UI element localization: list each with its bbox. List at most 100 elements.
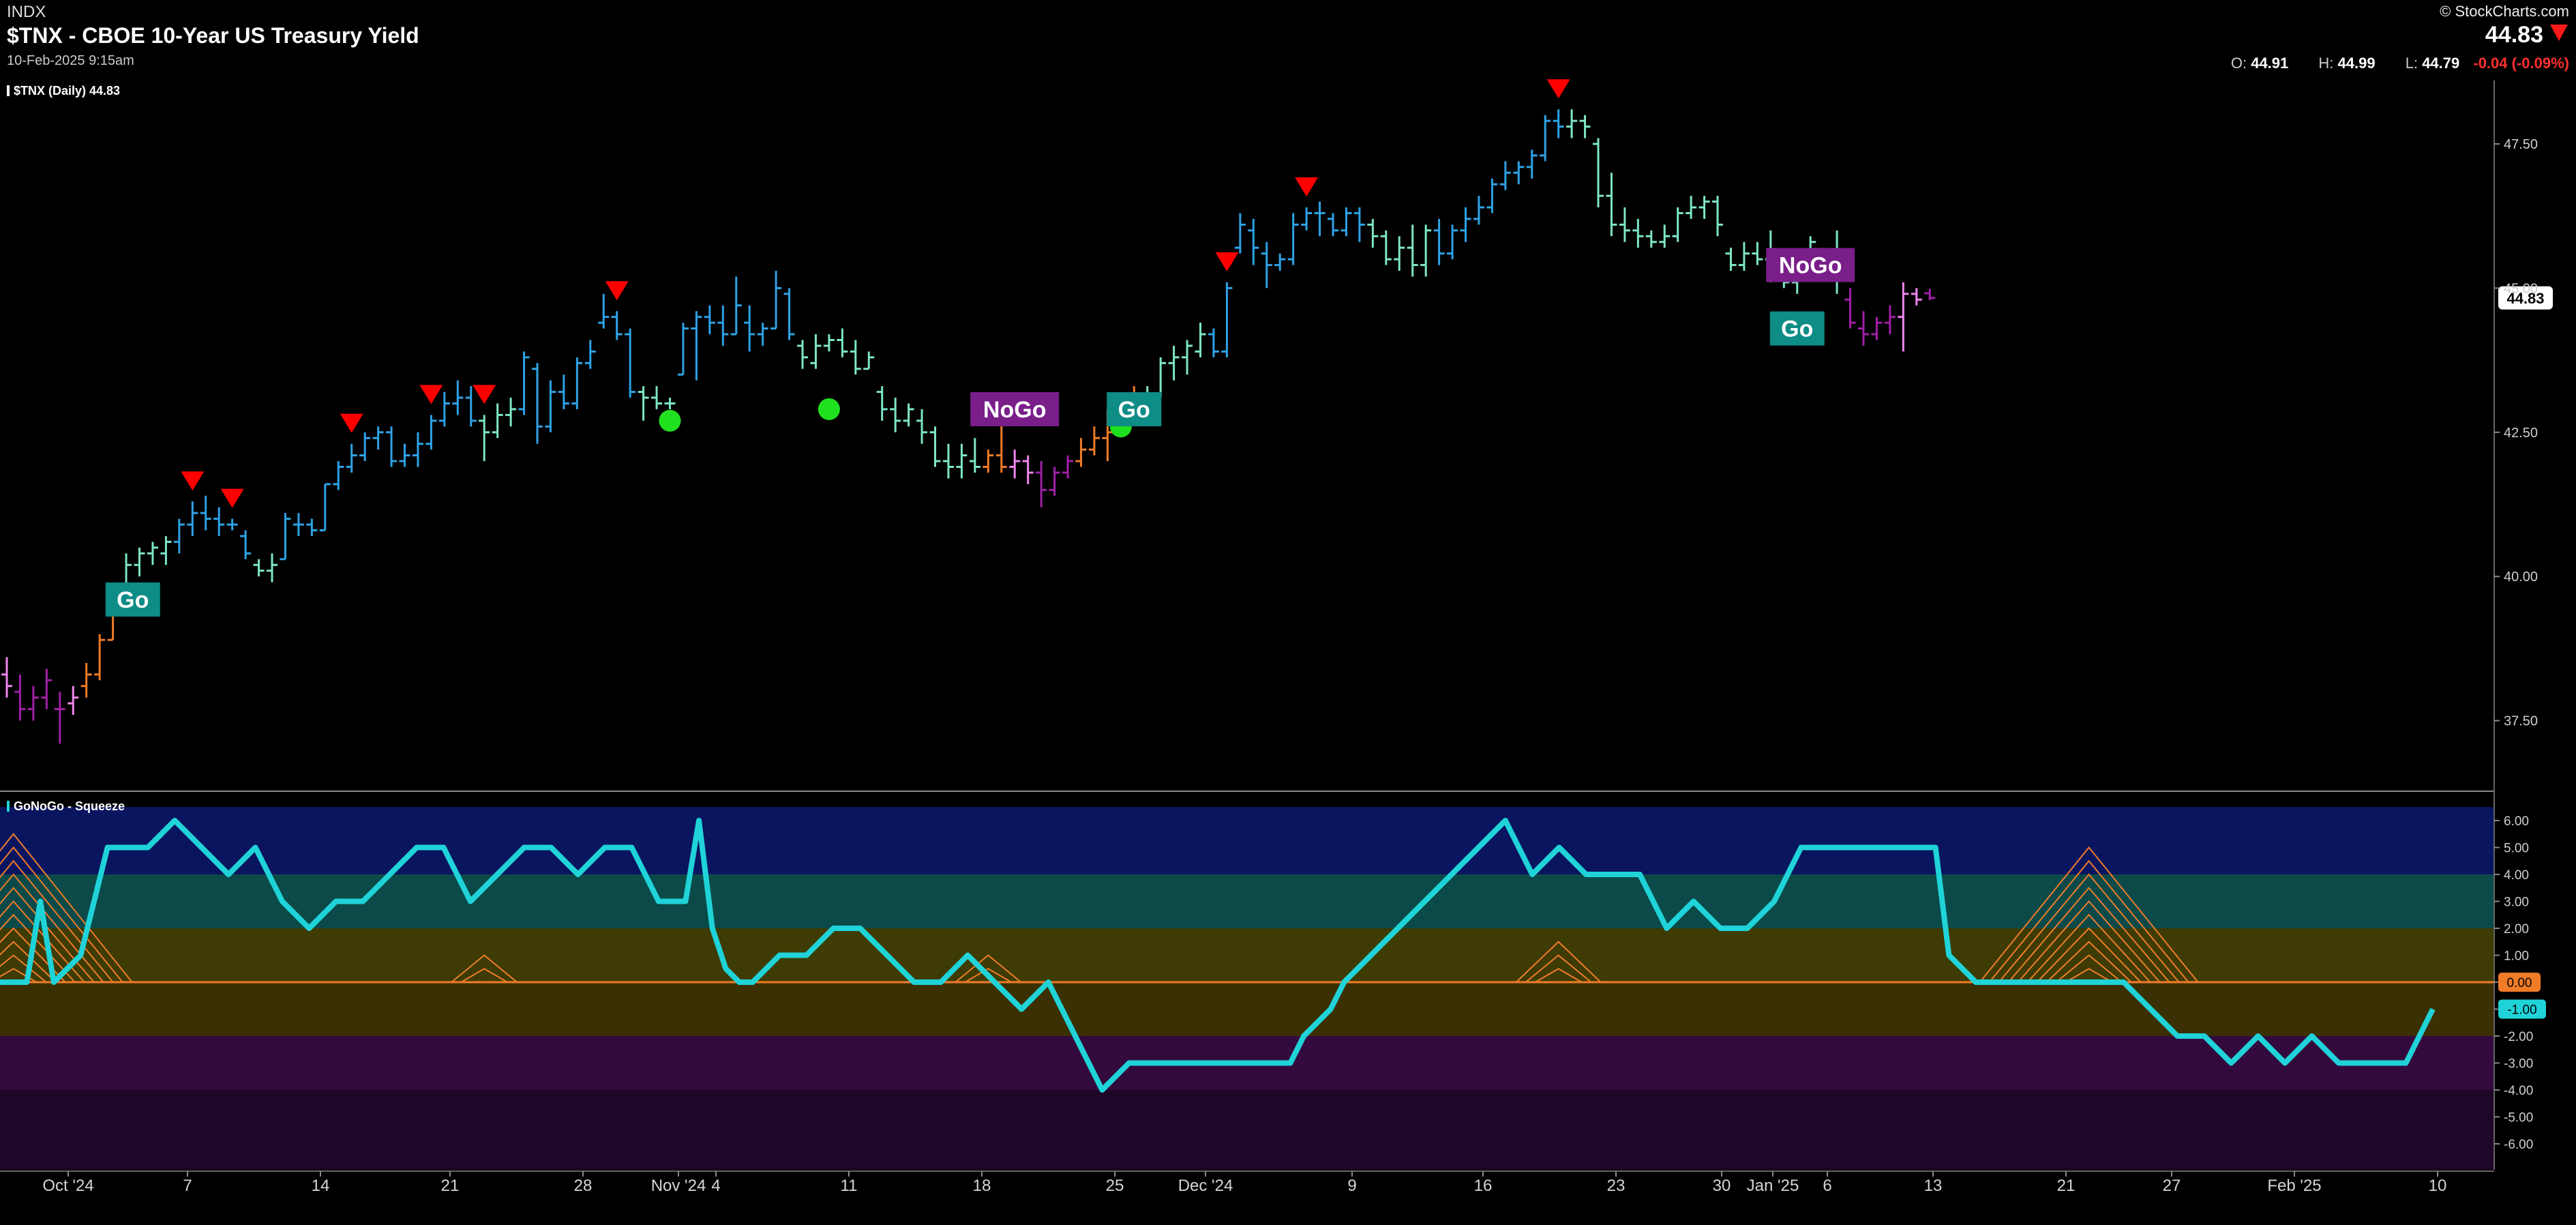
price-bar [1606, 173, 1617, 237]
price-bar [425, 415, 437, 450]
price-bar [584, 340, 596, 369]
x-tick-label: 25 [1106, 1177, 1124, 1195]
x-tick-label: Feb '25 [2267, 1177, 2321, 1195]
price-bar [810, 334, 822, 369]
osc-y-tick-label: -4.00 [2504, 1084, 2533, 1098]
oscillator-band [0, 807, 2494, 874]
low-value: 44.79 [2422, 55, 2460, 72]
x-tick-label: 30 [1713, 1177, 1731, 1195]
price-bar [1473, 196, 1484, 225]
price-bar [1261, 241, 1272, 289]
price-bar [1353, 207, 1365, 242]
price-bar [14, 674, 26, 721]
x-tick-label: 28 [574, 1177, 593, 1195]
price-bar [1871, 316, 1883, 340]
y-tick-label: 47.50 [2504, 137, 2538, 152]
chart-title: $TNX - CBOE 10-Year US Treasury Yield [7, 23, 419, 48]
chart-canvas: GoNoGo GoNoGoGo44.83 37.5040.0042.5045.00… [0, 79, 2553, 1195]
x-tick-label: Oct '24 [42, 1177, 93, 1195]
price-bar [691, 311, 702, 381]
price-bar [1328, 213, 1338, 237]
price-bar [1301, 207, 1313, 231]
price-bar [1314, 201, 1326, 237]
down-triangle-icon [220, 488, 244, 508]
x-tick-label: Nov '24 [651, 1177, 706, 1195]
price-bar [664, 398, 676, 409]
price-bar [983, 449, 994, 473]
y-tick-label: 40.00 [2504, 570, 2538, 585]
price-bar [1168, 345, 1180, 381]
price-bar [412, 432, 423, 467]
price-bar [704, 305, 715, 335]
price-bar [479, 415, 490, 462]
down-arrow-icon [2550, 25, 2568, 41]
zero-tag-label: 0.00 [2507, 976, 2532, 990]
down-triangle-icon [1295, 177, 1319, 197]
price-bar [399, 443, 410, 467]
price-bar [571, 357, 583, 409]
price-bar [1672, 207, 1683, 242]
green-dot-icon [818, 398, 840, 420]
x-tick-label: 21 [2057, 1177, 2076, 1195]
price-bar [80, 662, 92, 698]
osc-y-tick-label: 3.00 [2504, 896, 2529, 910]
price-bar [293, 513, 304, 536]
price-bar [890, 398, 901, 432]
price-bar [1009, 449, 1021, 479]
price-bar [744, 305, 755, 352]
price-bar [267, 553, 278, 582]
legend-swatch [7, 85, 10, 96]
price-bar [757, 323, 768, 346]
price-bar [638, 386, 649, 421]
x-tick-label: 23 [1607, 1177, 1626, 1195]
down-triangle-icon [605, 281, 629, 301]
open-value: 44.91 [2251, 55, 2289, 72]
price-markers: GoNoGo GoNoGoGo44.83 [105, 79, 2553, 617]
price-bar [797, 340, 808, 369]
price-bar [1367, 218, 1379, 248]
price-bar [1248, 218, 1259, 265]
price-bar [916, 409, 928, 444]
price-bar [240, 530, 252, 559]
price-bar [41, 668, 53, 709]
price-bar [942, 443, 954, 479]
price-bar [1447, 224, 1458, 260]
price-bar [730, 276, 742, 336]
x-tick-label: 27 [2163, 1177, 2181, 1195]
price-bar [532, 363, 543, 444]
x-tick-label: 14 [312, 1177, 330, 1195]
last-price: 44.83 [2485, 22, 2543, 48]
price-bar [1049, 467, 1060, 496]
price-bar [346, 443, 357, 473]
price-bar [1036, 461, 1047, 507]
y-tick-label: 45.00 [2504, 281, 2538, 296]
oscillator-background-bands [0, 807, 2494, 1170]
price-bar [68, 685, 79, 715]
price-bar [1022, 455, 1034, 484]
price-bar [452, 380, 464, 415]
osc-y-tick-label: -2.00 [2504, 1030, 2533, 1044]
price-bar [333, 461, 344, 490]
price-bar [147, 542, 158, 565]
price-bar [1394, 236, 1405, 271]
osc-y-tick-label: 6.00 [2504, 814, 2529, 829]
price-bar [200, 495, 211, 531]
price-bar [1540, 115, 1551, 162]
price-bar [1513, 161, 1525, 185]
green-dot-icon [659, 409, 681, 432]
price-bar [319, 483, 331, 532]
price-bar [863, 351, 875, 370]
price-bars [1, 109, 1936, 744]
price-bar [1287, 213, 1299, 265]
osc-y-tick-label: -6.00 [2504, 1138, 2533, 1152]
price-bar [625, 328, 636, 398]
high-label: H: [2318, 55, 2334, 72]
price-bar [1738, 241, 1750, 271]
price-bar [1499, 161, 1511, 190]
price-bar [306, 518, 318, 536]
price-legend: $TNX (Daily) 44.83 [4, 83, 125, 99]
legend-swatch [7, 801, 10, 812]
x-tick-label: 4 [711, 1177, 720, 1195]
price-bar [558, 374, 569, 409]
price-bar [213, 507, 225, 536]
